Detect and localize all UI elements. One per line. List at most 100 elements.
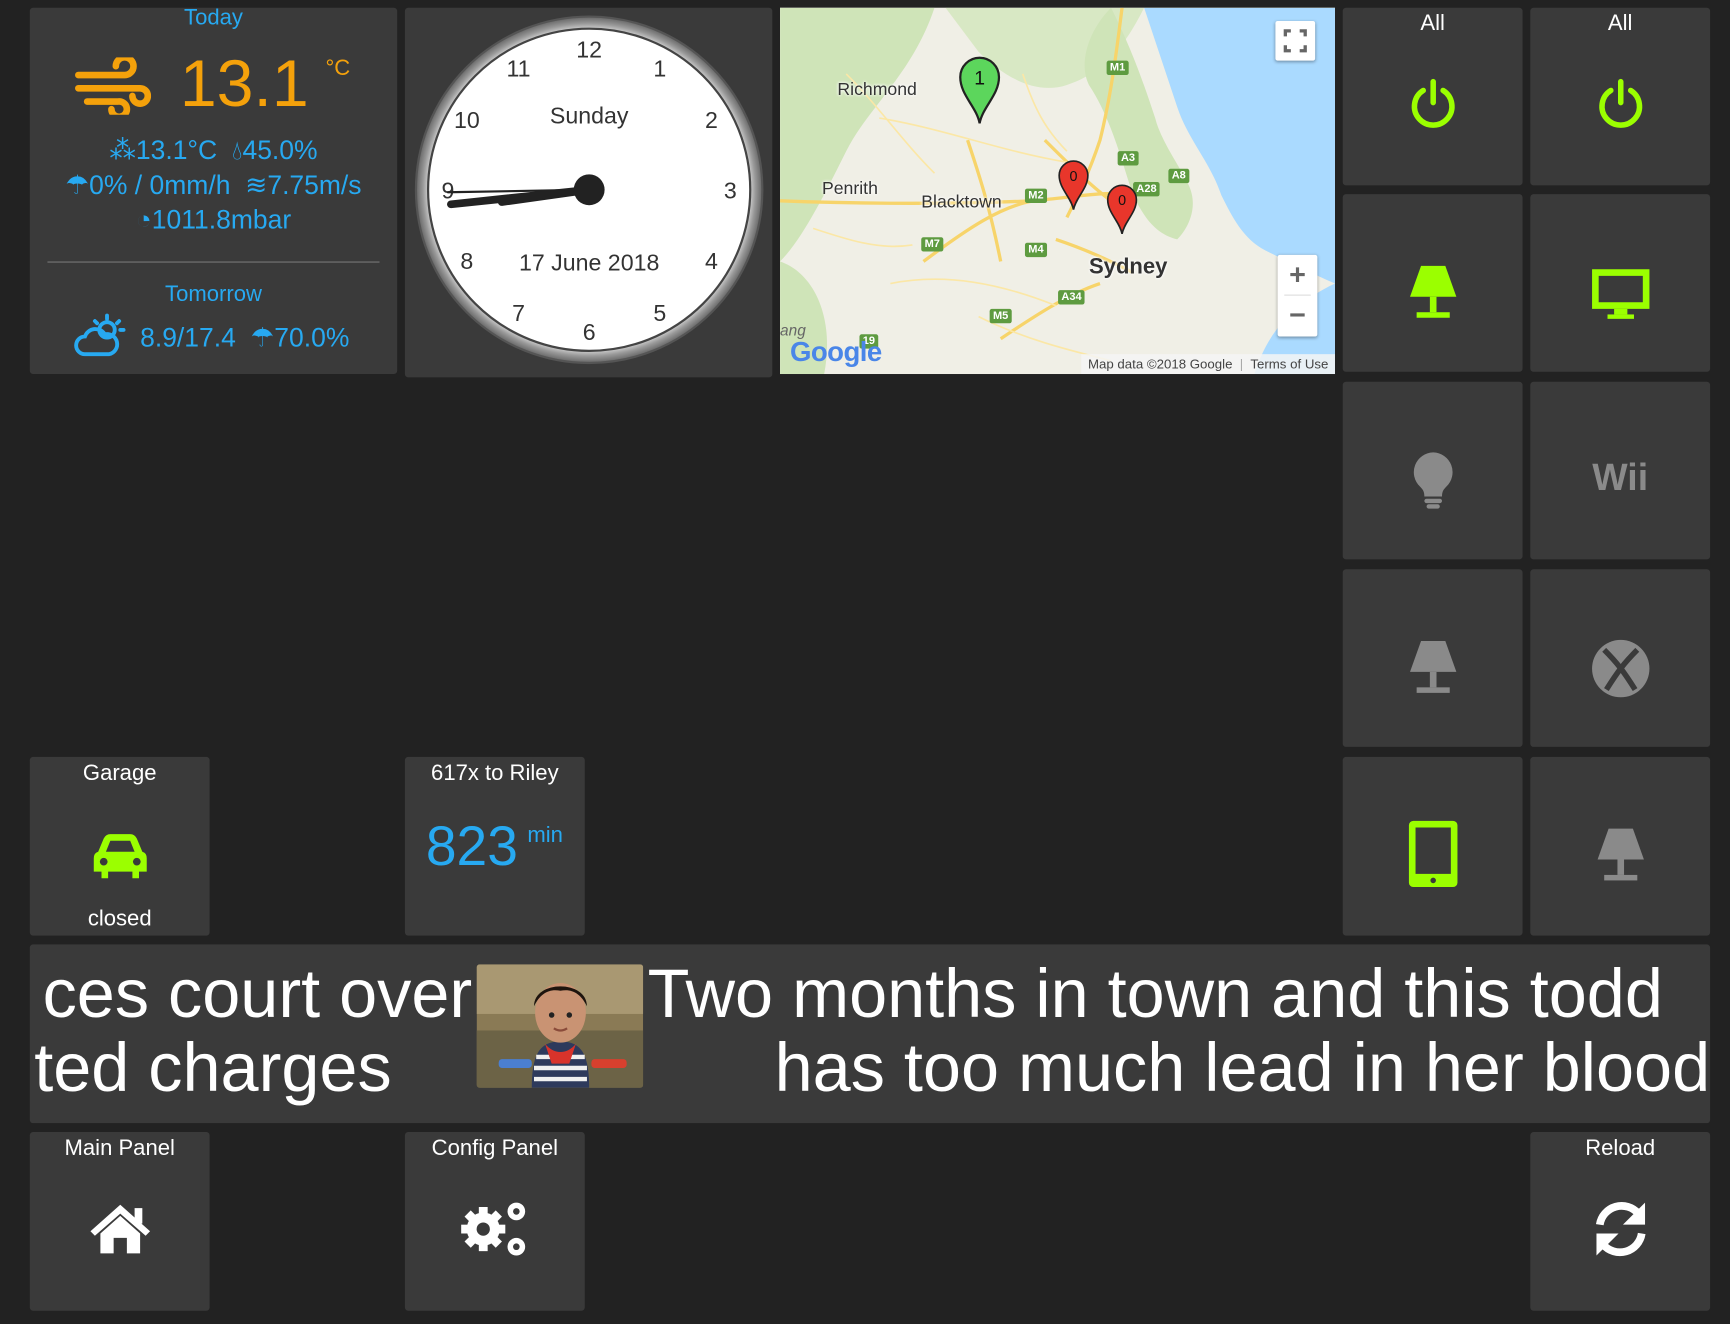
lamp-switch-3[interactable] — [1530, 756, 1711, 936]
news-left-line2: ted charges — [34, 1030, 392, 1107]
lamp-icon — [1597, 828, 1644, 881]
main-panel-label: Main Panel — [64, 1136, 175, 1161]
xbox-icon — [1591, 639, 1649, 698]
main-panel-button[interactable]: Main Panel — [29, 1131, 210, 1311]
terms-of-use-link[interactable]: Terms of Use — [1250, 356, 1328, 371]
news-left-line1: ces court over — [42, 956, 473, 1033]
tablet-switch[interactable] — [1342, 756, 1523, 936]
all-switch-1-label: All — [1420, 11, 1445, 36]
temperature-value: 13.1 — [179, 46, 309, 121]
map-place-label: Sydney — [1088, 254, 1168, 280]
all-switch-2-label: All — [1607, 11, 1633, 36]
fullscreen-button[interactable] — [1275, 20, 1316, 61]
clock-number: 11 — [507, 55, 531, 81]
clock-number: 8 — [460, 248, 473, 274]
road-shield: M2 — [1024, 188, 1047, 204]
power-icon — [1411, 78, 1455, 128]
bus-route-label: 617x to Riley — [431, 761, 559, 786]
zoom-out-button[interactable]: − — [1278, 296, 1318, 336]
temperature-unit: °C — [325, 56, 351, 81]
garage-label: Garage — [82, 761, 157, 786]
feels-like-value: 13.1°C — [135, 135, 218, 166]
clock-number: 9 — [441, 178, 454, 204]
humidity-value: 45.0% — [242, 135, 318, 166]
umbrella-icon: ☂ — [65, 171, 90, 201]
partly-cloudy-icon — [74, 313, 126, 357]
tomorrow-temps: 8.9/17.4 — [140, 323, 236, 354]
news-thumbnail — [476, 964, 644, 1088]
lightbulb-icon — [1413, 452, 1453, 509]
map-marker-label: 0 — [1070, 169, 1078, 185]
gear-tooth — [460, 1224, 470, 1234]
clock-day: Sunday — [550, 103, 629, 129]
google-logo: Google — [789, 336, 882, 368]
road-shield: A8 — [1168, 168, 1190, 184]
zoom-controls: + − — [1277, 254, 1318, 337]
tablet-icon — [1408, 820, 1457, 888]
humidity-icon: 💧︎ — [231, 135, 243, 166]
clock-number: 1 — [653, 55, 666, 81]
wii-switch[interactable]: Wii — [1530, 381, 1711, 560]
road-shield: M7 — [921, 237, 944, 252]
map-data-text: Map data ©2018 Google — [1087, 356, 1233, 372]
rain-value: 0% / 0mm/h — [89, 171, 231, 201]
monitor-switch[interactable] — [1530, 194, 1711, 372]
wind-value: 7.75m/s — [267, 171, 362, 201]
tomorrow-rain-value: 70.0% — [274, 323, 350, 354]
gear-tooth — [478, 1242, 488, 1252]
tomorrow-umbrella-icon: ☂ — [250, 323, 275, 354]
analog-clock: Sunday 17 June 2018 121234567891011 — [414, 15, 764, 365]
garage-status: closed — [87, 906, 152, 932]
reload-button[interactable]: Reload — [1530, 1131, 1711, 1311]
clock-number: 12 — [576, 36, 602, 62]
bus-minutes-value: 823 — [425, 815, 518, 878]
bus-tile: 617x to Riley 823 min — [404, 756, 585, 936]
pressure-value: 1011.8mbar — [151, 205, 292, 236]
road-shield: M4 — [1024, 242, 1047, 258]
clock-number: 10 — [454, 107, 480, 133]
weather-tile: Today 13.1 °C ⁂13.1°C 💧︎45.0% ☂0% / 0mm/… — [29, 7, 398, 375]
car-icon — [93, 834, 147, 879]
clock-number: 2 — [705, 107, 718, 133]
gear-tooth — [478, 1207, 488, 1216]
map-place-label: Penrith — [821, 179, 878, 199]
wii-icon: Wii — [1592, 456, 1649, 499]
xbox-switch[interactable] — [1530, 569, 1711, 747]
clock-number: 5 — [653, 300, 666, 326]
road-shield: A34 — [1058, 290, 1085, 305]
map-marker-pin[interactable]: 1 — [959, 56, 1001, 125]
map-place-label: Blacktown — [921, 193, 1002, 212]
weather-today-label: Today — [184, 7, 243, 30]
weather-divider — [47, 261, 380, 263]
map-marker-label: 0 — [1118, 193, 1126, 209]
lightbulb-switch[interactable] — [1342, 381, 1523, 560]
reload-label: Reload — [1585, 1136, 1656, 1161]
config-panel-button[interactable]: Config Panel — [404, 1131, 585, 1311]
map-marker-pin[interactable]: 0 — [1058, 160, 1089, 211]
garage-tile[interactable]: Garage closed — [29, 756, 210, 936]
map-attribution: Map data ©2018 Google | Terms of Use — [1081, 354, 1335, 375]
lamp-switch-2[interactable] — [1342, 569, 1523, 747]
clock-number: 6 — [583, 319, 596, 345]
lamp-switch-1[interactable] — [1342, 194, 1523, 372]
clock-tile: Sunday 17 June 2018 12 1 2 3 4 5 6 7 8 9 10 11 — [404, 7, 773, 378]
home-icon — [89, 1204, 150, 1254]
thermometer-icon: ⁂ — [109, 135, 136, 166]
lamp-icon — [1409, 265, 1456, 318]
wind-small-icon: ≋ — [245, 171, 268, 201]
zoom-in-button[interactable]: + — [1278, 255, 1318, 295]
road-shield: A3 — [1117, 151, 1139, 166]
clock-date: 17 June 2018 — [519, 249, 659, 275]
clock-number: 4 — [705, 248, 718, 274]
news-right-line2: has too much lead in her blood — [774, 1030, 1711, 1107]
clock-center — [573, 174, 605, 206]
map-marker-pin[interactable]: 0 — [1106, 184, 1138, 235]
all-switch-2[interactable]: All — [1530, 7, 1711, 186]
all-switch-1[interactable]: All — [1342, 7, 1523, 186]
bus-minutes-unit: min — [527, 823, 563, 848]
map-marker-label: 1 — [974, 68, 985, 90]
map-tile[interactable]: Richmond Penrith Blacktown Sydney M1 A3 A8 A28… — [780, 7, 1335, 375]
news-ticker[interactable]: ces court over ted charges Two months in… — [29, 944, 1711, 1124]
news-right-line1: Two months in town and this todd — [647, 956, 1663, 1033]
config-panel-label: Config Panel — [431, 1136, 559, 1161]
